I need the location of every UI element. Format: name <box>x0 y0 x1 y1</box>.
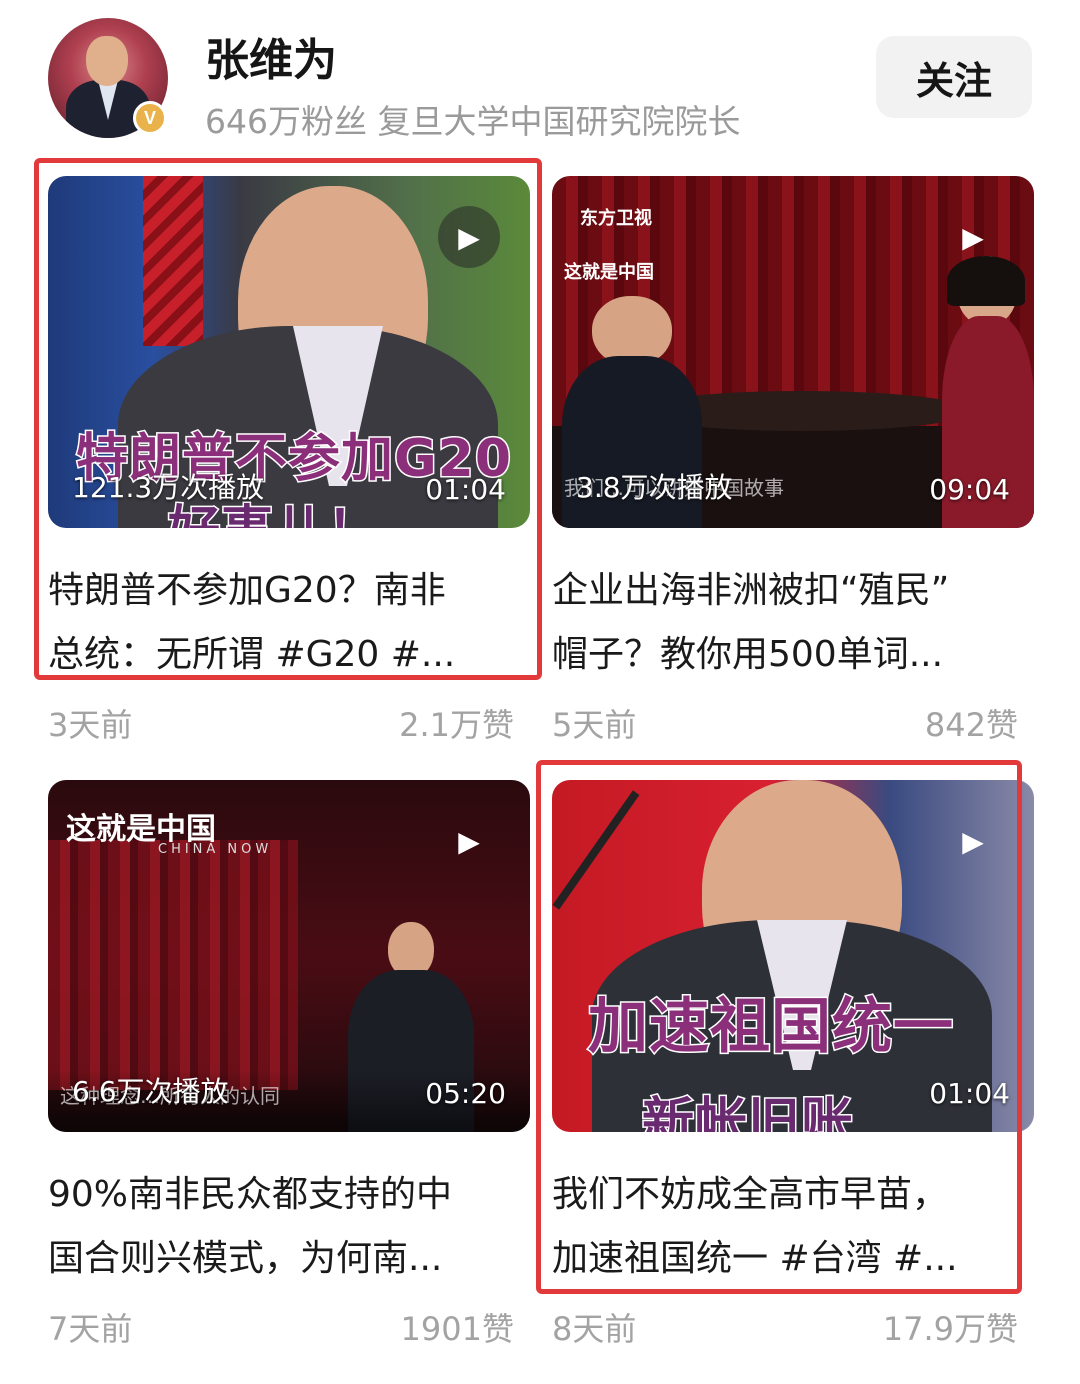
like-count: 17.9万赞 <box>882 1310 1018 1348</box>
video-title[interactable]: 企业出海非洲被扣“殖民” 帽子？教你用500单词... <box>552 559 1034 687</box>
profile-subtitle: 646万粉丝 复旦大学中国研究院院长 <box>205 95 741 143</box>
play-icon[interactable]: ▶ <box>438 810 500 872</box>
video-duration: 09:04 <box>929 473 1010 506</box>
profile-header: V 张维为 646万粉丝 复旦大学中国研究院院长 关注 <box>0 0 1080 150</box>
highlight-box <box>34 158 542 680</box>
video-thumbnail[interactable]: 这就是中国 CHINA NOW 这种理念…所有人的认同 ▶ 6.6万次播放 05… <box>48 780 530 1132</box>
channel-logo: 东方卫视 <box>580 208 652 229</box>
follower-count: 646万粉丝 <box>205 102 367 141</box>
verified-icon: V <box>133 101 167 135</box>
follow-button[interactable]: 关注 <box>876 36 1032 118</box>
like-count: 1901赞 <box>400 1310 514 1348</box>
video-meta: 7天前 1901赞 <box>48 1304 530 1348</box>
show-logo-english: CHINA NOW <box>158 842 273 857</box>
title-line: 企业出海非洲被扣“殖民” <box>552 570 950 611</box>
show-logo: 这就是中国 <box>564 262 654 283</box>
post-date: 8天前 <box>552 1310 637 1348</box>
title-line: 帽子？教你用500单词... <box>552 634 944 675</box>
video-title[interactable]: 90%南非民众都支持的中 国合则兴模式，为何南... <box>48 1163 530 1291</box>
video-meta: 5天前 842赞 <box>552 700 1034 744</box>
like-count: 842赞 <box>924 706 1018 744</box>
profile-description: 复旦大学中国研究院院长 <box>377 102 741 141</box>
post-date: 5天前 <box>552 706 637 744</box>
video-thumbnail[interactable]: 东方卫视 这就是中国 我们…可以讲好中国故事 ▶ 3.8万次播放 09:04 <box>552 176 1034 528</box>
profile-name[interactable]: 张维为 <box>205 24 337 88</box>
title-line: 国合则兴模式，为何南... <box>48 1238 443 1279</box>
play-icon[interactable]: ▶ <box>942 206 1004 268</box>
video-card[interactable]: 这就是中国 CHINA NOW 这种理念…所有人的认同 ▶ 6.6万次播放 05… <box>48 780 530 1350</box>
post-date: 3天前 <box>48 706 133 744</box>
title-line: 90%南非民众都支持的中 <box>48 1174 453 1215</box>
video-meta: 8天前 17.9万赞 <box>552 1304 1034 1348</box>
highlight-box <box>536 760 1022 1294</box>
video-duration: 05:20 <box>425 1077 506 1110</box>
view-count: 3.8万次播放 <box>576 471 733 504</box>
like-count: 2.1万赞 <box>399 706 514 744</box>
post-date: 7天前 <box>48 1310 133 1348</box>
video-card[interactable]: 东方卫视 这就是中国 我们…可以讲好中国故事 ▶ 3.8万次播放 09:04 企… <box>552 176 1034 746</box>
view-count: 6.6万次播放 <box>72 1075 229 1108</box>
video-meta: 3天前 2.1万赞 <box>48 700 530 744</box>
